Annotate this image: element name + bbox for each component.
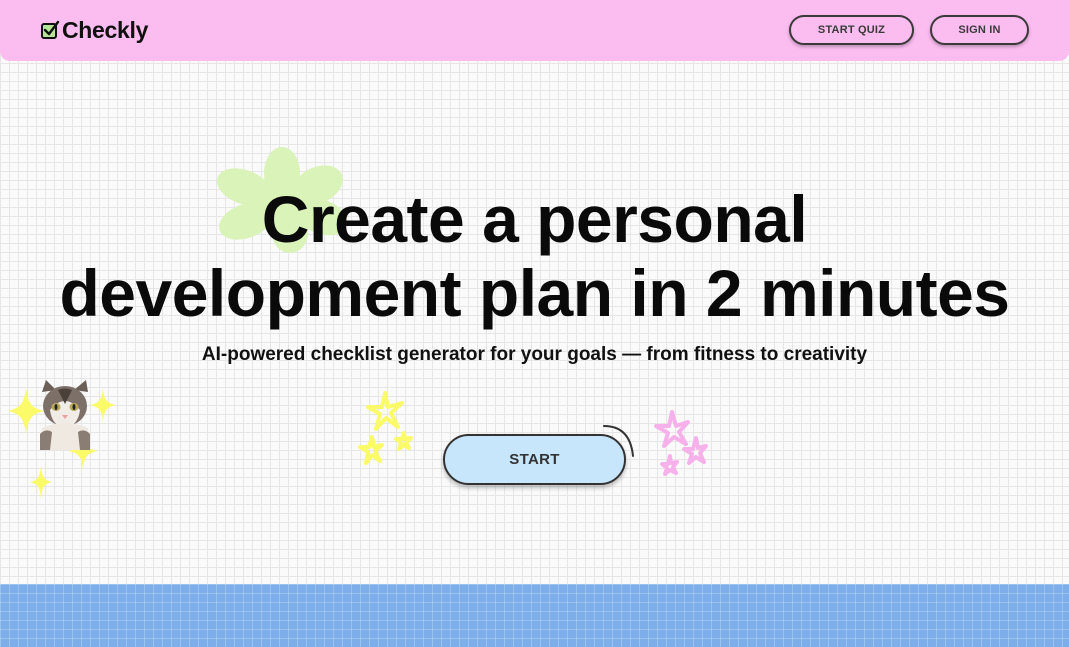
logo[interactable]: Checkly: [40, 17, 148, 43]
sparkle-icon: [654, 410, 708, 476]
start-button[interactable]: START: [443, 434, 626, 485]
cat-sticker: [40, 380, 90, 450]
sign-in-button[interactable]: SIGN IN: [930, 15, 1029, 45]
headline-line-1: Create a personal: [261, 182, 808, 256]
sparkle-icon: [30, 465, 52, 499]
start-quiz-button[interactable]: START QUIZ: [789, 15, 914, 45]
sparkle-icon: [358, 391, 413, 465]
bottom-section: [0, 584, 1069, 647]
hero-subtitle: AI-powered checklist generator for your …: [201, 344, 868, 365]
page-title: Create a personal development plan in 2 …: [0, 182, 1069, 330]
headline-line-2: development plan in 2 minutes: [59, 256, 1010, 330]
site-header: Checkly START QUIZ SIGN IN: [0, 0, 1069, 61]
logo-text: Checkly: [62, 16, 149, 43]
checkbox-icon: [41, 20, 60, 39]
